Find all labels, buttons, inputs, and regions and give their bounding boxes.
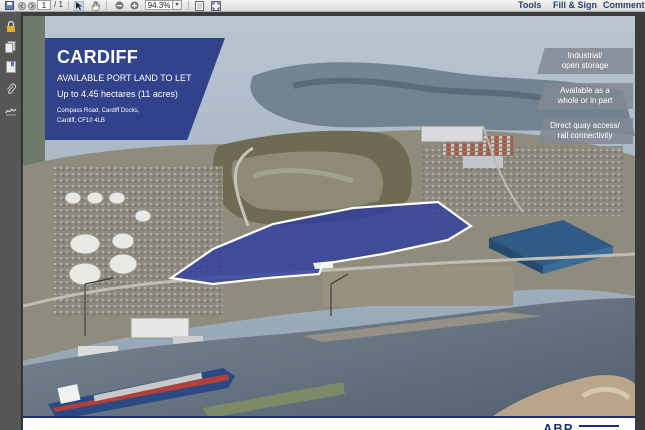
fullscreen-icon[interactable] — [210, 0, 221, 11]
hand-tool-icon[interactable] — [89, 0, 101, 11]
fit-page-icon[interactable] — [194, 0, 205, 11]
back-icon[interactable] — [17, 0, 26, 11]
zoom-dropdown-button[interactable]: ▾ — [173, 0, 182, 10]
toolbar-divider — [106, 1, 107, 10]
feature-line: Industrial/ — [567, 51, 603, 60]
feature-line: Direct quay access/ — [550, 121, 620, 130]
address-line-2: Cardiff, CF10 4LB — [57, 118, 105, 124]
brochure-title: CARDIFF — [57, 47, 139, 67]
brochure-footer: ABP — [23, 416, 635, 430]
tools-link[interactable]: Tools — [518, 0, 541, 10]
site-size: Up to 4.45 hectares (11 acres) — [57, 89, 178, 99]
abp-logo: ABP — [543, 421, 574, 430]
feature-line: Available as a — [560, 86, 610, 95]
toolbar-divider — [188, 1, 189, 10]
lock-icon[interactable] — [4, 20, 17, 33]
page-total-label: / 1 — [54, 0, 63, 9]
fill-sign-link[interactable]: Fill & Sign — [553, 0, 597, 10]
forward-icon[interactable] — [27, 0, 36, 11]
document-area[interactable]: CARDIFF AVAILABLE PORT LAND TO LET Up to… — [22, 12, 645, 430]
feature-tag-availability: Available as a whole or in part — [537, 83, 633, 109]
feature-line: open storage — [561, 61, 609, 70]
page-number-input[interactable]: 1 — [37, 0, 51, 10]
signatures-icon[interactable] — [4, 104, 17, 117]
pages-icon[interactable] — [4, 40, 17, 53]
comment-link[interactable]: Comment — [603, 0, 645, 10]
zoom-in-icon[interactable] — [129, 0, 140, 11]
logo-rule — [579, 425, 619, 427]
navigation-pane — [0, 12, 22, 430]
zoom-level-input[interactable]: 94.3% — [145, 0, 173, 10]
save-icon[interactable] — [4, 0, 15, 11]
feature-tag-storage: Industrial/ open storage — [537, 48, 633, 74]
attachments-icon[interactable] — [4, 82, 17, 95]
feature-line: rail connectivity — [557, 131, 613, 140]
address-line-1: Compass Road, Cardiff Docks, — [57, 108, 140, 114]
select-tool-icon[interactable] — [73, 0, 85, 11]
feature-line: whole or in part — [557, 96, 613, 105]
pdf-toolbar: 1 / 1 94.3% ▾ Tools Fill & Sign Comment — [0, 0, 645, 12]
zoom-out-icon[interactable] — [114, 0, 125, 11]
bookmarks-icon[interactable] — [4, 60, 17, 73]
feature-tag-quay-access: Direct quay access/ rail connectivity — [537, 118, 633, 144]
brochure-page: CARDIFF AVAILABLE PORT LAND TO LET Up to… — [23, 16, 635, 430]
brochure-subtitle: AVAILABLE PORT LAND TO LET — [57, 73, 192, 83]
toolbar-divider — [68, 1, 69, 10]
